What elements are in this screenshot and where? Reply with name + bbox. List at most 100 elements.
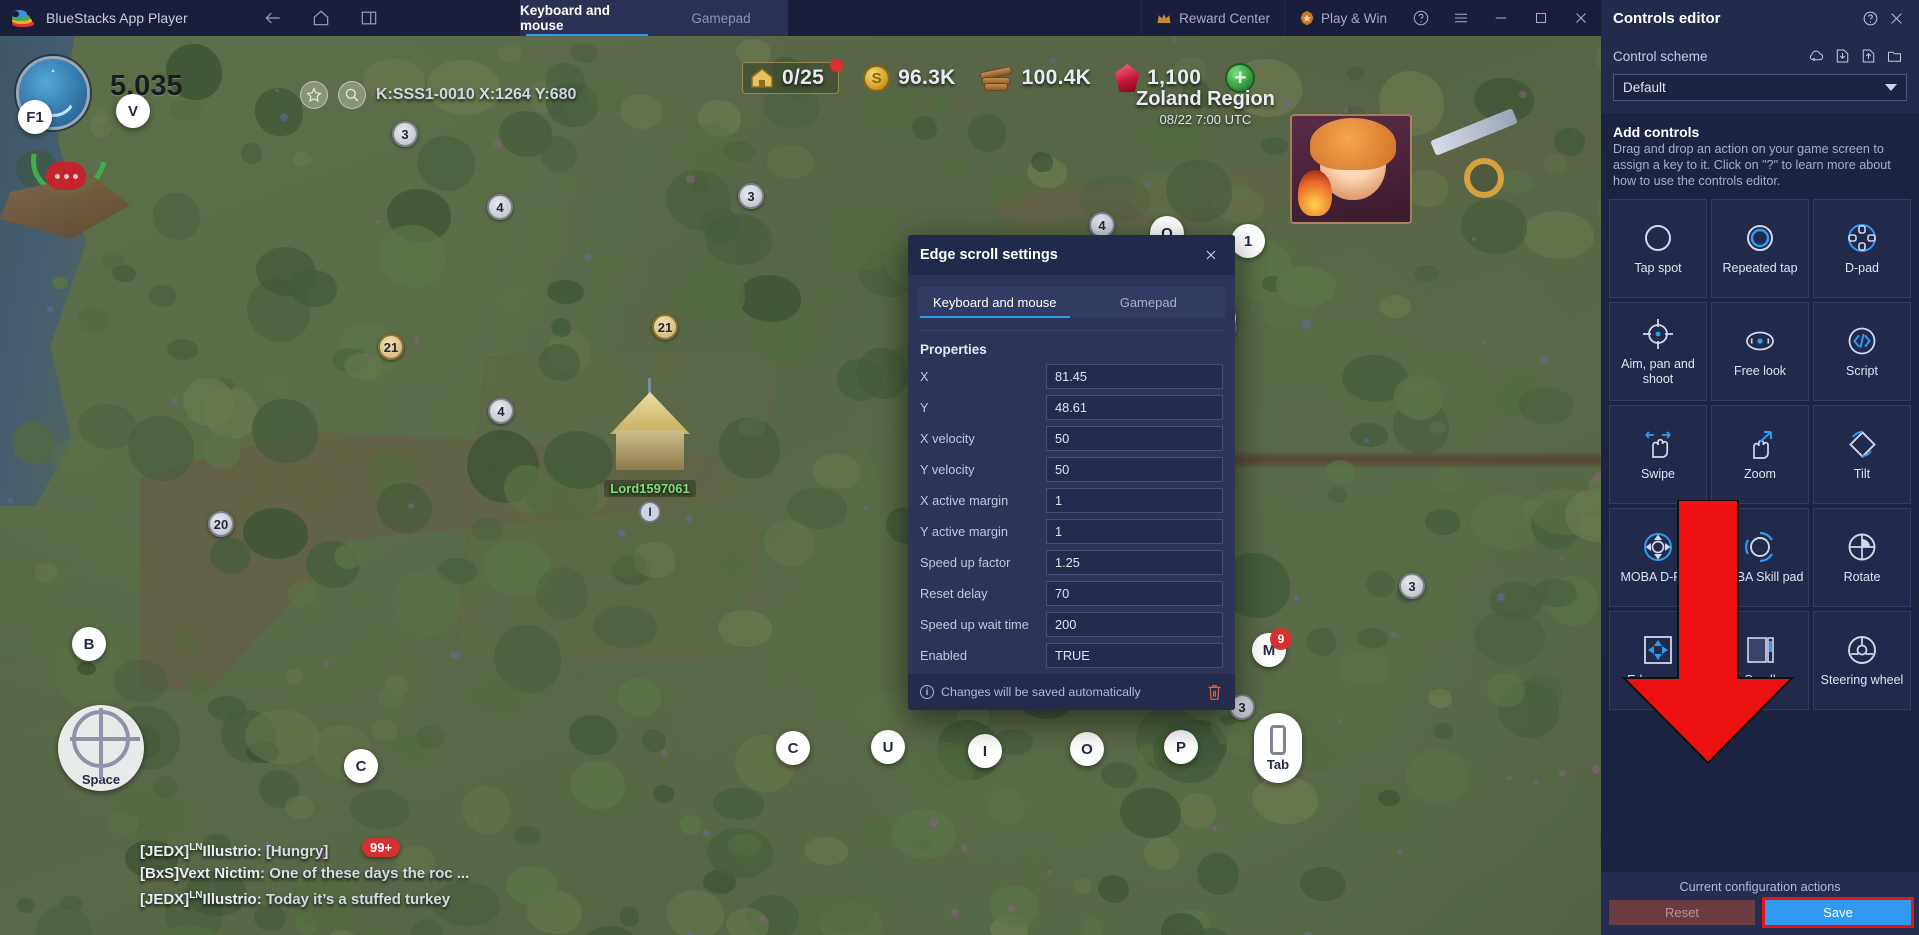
key-marker-1[interactable]: 1 [1231,224,1265,258]
property-value-input[interactable]: 50 [1046,426,1223,451]
property-value-input[interactable]: 1 [1046,488,1223,513]
key-marker-i[interactable]: I [968,734,1002,768]
control-moba-d-pad[interactable]: MOBA D-Pad [1609,508,1707,607]
favorite-star-icon[interactable] [300,81,328,109]
question-mark-icon[interactable] [1857,6,1883,32]
save-button[interactable]: Save [1762,897,1914,928]
control-steering-wheel[interactable]: Steering wheel [1813,611,1911,710]
control-label: Repeated tap [1722,261,1798,275]
lord-pin-marker: I [639,501,661,523]
help-icon[interactable] [1401,0,1441,36]
close-icon[interactable] [1199,243,1223,267]
add-controls-section: Add controls Drag and drop an action on … [1601,113,1919,193]
close-icon[interactable] [1561,0,1601,36]
maximize-icon[interactable] [1521,0,1561,36]
search-icon[interactable] [338,81,366,109]
control-free-look[interactable]: Free look [1711,302,1809,401]
property-row: Y 48.61 [908,395,1235,420]
control-tilt[interactable]: Tilt [1813,405,1911,504]
map-unit-marker[interactable]: 21 [378,334,404,360]
play-and-win-button[interactable]: Play & Win [1283,0,1401,36]
tab-gamepad[interactable]: Gamepad [654,0,788,36]
property-value-input[interactable]: 70 [1046,581,1223,606]
back-arrow-icon[interactable] [262,7,284,29]
input-mode-tabs: Keyboard and mouse Gamepad [520,0,788,36]
property-row: Reset delay 70 [908,581,1235,606]
property-value-input[interactable]: 200 [1046,612,1223,637]
property-value-input[interactable]: 1 [1046,519,1223,544]
key-marker-v[interactable]: V [116,94,150,128]
scroll-icon [1747,637,1774,663]
hamburger-menu-icon[interactable] [1441,0,1481,36]
control-rotate[interactable]: Rotate [1813,508,1911,607]
key-marker-c[interactable]: C [776,731,810,765]
dialog-tab-keyboard-and-mouse[interactable]: Keyboard and mouse [918,287,1072,318]
map-unit-marker[interactable]: 3 [1399,573,1425,599]
close-icon[interactable] [1883,6,1909,32]
panel-header: Controls editor [1601,0,1919,37]
control-scroll[interactable]: Scroll [1711,611,1809,710]
property-value-input[interactable]: 81.45 [1046,364,1223,389]
autosave-label: Changes will be saved automatically [941,685,1141,699]
key-marker-f1[interactable]: F1 [18,100,52,134]
property-row: Y velocity 50 [908,457,1235,482]
map-unit-marker[interactable]: 3 [738,183,764,209]
map-unit-marker[interactable]: 4 [487,194,513,220]
resource-coin: S 96.3K [863,64,956,92]
control-scheme-select[interactable]: Default [1613,74,1907,101]
free-look-icon [1746,331,1774,351]
property-value-input[interactable]: 1.25 [1046,550,1223,575]
key-marker-u[interactable]: U [871,730,905,764]
key-marker-space[interactable]: Space [58,705,144,791]
key-marker-p[interactable]: P [1164,730,1198,764]
region-time: 08/22 7:00 UTC [1159,112,1252,127]
folder-icon[interactable] [1881,45,1907,67]
key-marker-b[interactable]: B [72,627,106,661]
chat-unread-badge[interactable]: 99+ [362,838,401,857]
properties-heading: Properties [920,342,987,357]
event-weapon-card[interactable] [1424,108,1532,204]
control-edge-scroll[interactable]: Edge scroll [1609,611,1707,710]
export-icon[interactable] [1855,45,1881,67]
coordinate-bar: K:SSS1-0010 X:1264 Y:680 [300,81,576,109]
reset-button[interactable]: Reset [1609,900,1755,925]
import-icon[interactable] [1829,45,1855,67]
control-aim-pan-and-shoot[interactable]: Aim, pan and shoot [1609,302,1707,401]
control-swipe[interactable]: Swipe [1609,405,1707,504]
property-value-input[interactable]: TRUE [1046,643,1223,668]
property-label: Y [920,400,929,415]
control-repeated-tap[interactable]: Repeated tap [1711,199,1809,298]
property-label: X active margin [920,493,1009,508]
trash-icon[interactable] [1206,683,1223,702]
multi-instance-icon[interactable] [358,7,380,29]
resource-house[interactable]: 0/25 [742,59,844,94]
map-unit-marker[interactable]: 21 [652,314,678,340]
player-castle[interactable]: Lord1597061 I [598,378,702,523]
house-icon [749,66,775,90]
control-d-pad[interactable]: D-pad [1813,199,1911,298]
key-marker-o[interactable]: O [1070,732,1104,766]
event-portrait-card[interactable] [1290,114,1412,224]
key-marker-m[interactable]: M9 [1252,628,1292,667]
game-viewport[interactable]: 5,035 K:SSS1-0010 X:1264 Y:680 0/25 S 96… [0,36,1601,935]
control-zoom[interactable]: Zoom [1711,405,1809,504]
control-moba-skill-pad[interactable]: MOBA Skill pad [1711,508,1809,607]
reward-center-button[interactable]: Reward Center [1141,0,1284,36]
cloud-sync-icon[interactable] [1803,45,1829,67]
key-marker-tab[interactable]: Tab [1254,713,1302,783]
steering-wheel-icon [1848,636,1876,664]
property-value-input[interactable]: 50 [1046,457,1223,482]
property-label: Y velocity [920,462,975,477]
tab-keyboard-and-mouse[interactable]: Keyboard and mouse [520,0,654,36]
chat-message: [JEDX]LNIllustrio: Today it’s a stuffed … [140,890,451,908]
property-value-input[interactable]: 48.61 [1046,395,1223,420]
control-script[interactable]: Script [1813,302,1911,401]
map-unit-marker[interactable]: 4 [488,398,514,424]
map-unit-marker[interactable]: 3 [392,121,418,147]
control-tap-spot[interactable]: Tap spot [1609,199,1707,298]
map-unit-marker[interactable]: 20 [208,511,234,537]
key-marker-c[interactable]: C [344,749,378,783]
home-icon[interactable] [310,7,332,29]
minimize-icon[interactable] [1481,0,1521,36]
dialog-tab-gamepad[interactable]: Gamepad [1072,287,1226,318]
